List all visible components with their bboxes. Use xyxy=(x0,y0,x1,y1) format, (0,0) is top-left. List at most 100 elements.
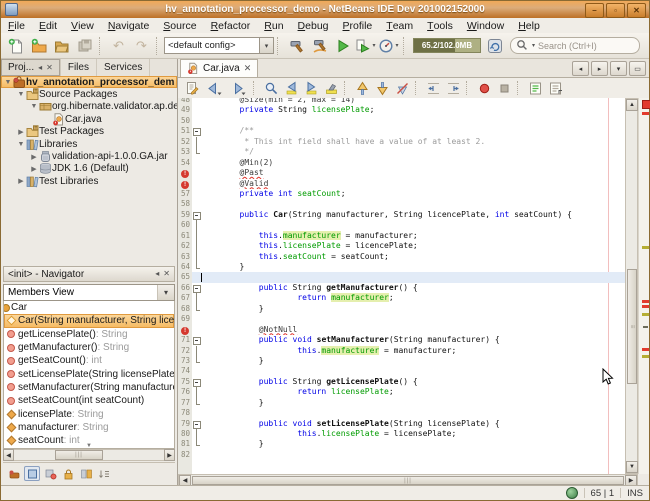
redo-button[interactable]: ↷ xyxy=(130,35,153,57)
next-bookmark-button[interactable] xyxy=(372,80,392,97)
code-text[interactable]: @Valid xyxy=(201,179,625,189)
line-number[interactable]: 74 xyxy=(178,366,192,376)
left-tab-proj[interactable]: Proj...◂✕ xyxy=(1,59,61,76)
line-number[interactable]: 65 xyxy=(178,272,192,282)
garbage-collect-button[interactable] xyxy=(483,35,506,57)
line-number[interactable]: 51 xyxy=(178,126,192,136)
find-selection-button[interactable] xyxy=(261,80,281,97)
uncomment-button[interactable] xyxy=(545,80,565,97)
menu-tools[interactable]: Tools xyxy=(420,18,460,33)
error-stripe-mark[interactable] xyxy=(642,348,649,351)
menu-view[interactable]: View xyxy=(64,18,101,33)
code-text[interactable]: public Car(String manufacturer, String l… xyxy=(201,210,625,220)
scrollbar-thumb[interactable]: ||| xyxy=(55,450,103,460)
scroll-left-icon[interactable]: ◀ xyxy=(3,449,14,461)
navigator-close-icon[interactable]: ✕ xyxy=(163,270,170,278)
tree-row[interactable]: Car.java xyxy=(1,113,177,125)
editor-v-scrollbar[interactable]: ▲▼≡ xyxy=(625,98,638,474)
memory-indicator[interactable]: 65.2/102.0MB xyxy=(413,38,481,53)
fold-toggle-icon[interactable] xyxy=(192,377,201,387)
left-tab-files[interactable]: Files xyxy=(61,59,97,76)
build-button[interactable] xyxy=(285,35,308,57)
new-project-button[interactable] xyxy=(27,35,50,57)
code-text[interactable]: private int seatCount; xyxy=(201,189,625,199)
navigator-member-row[interactable]: licensePlate : String xyxy=(4,407,174,420)
tree-row[interactable]: ▶Test Libraries xyxy=(1,175,177,187)
code-text[interactable]: } xyxy=(201,398,625,408)
tree-row[interactable]: ▶JDK 1.6 (Default) xyxy=(1,163,177,175)
menu-file[interactable]: File xyxy=(1,18,32,33)
title-bar[interactable]: hv_annotation_processor_demo - NetBeans … xyxy=(1,1,649,18)
fold-toggle-icon[interactable] xyxy=(192,335,201,345)
code-text[interactable]: this.licensePlate = licencePlate; xyxy=(201,241,625,251)
close-button[interactable]: ✕ xyxy=(627,3,646,18)
error-stripe-mark[interactable] xyxy=(642,305,649,308)
code-text[interactable]: this.manufacturer = manufacturer; xyxy=(201,346,625,356)
code-text[interactable]: return manufacturer; xyxy=(201,293,625,303)
error-stripe-mark[interactable] xyxy=(642,313,649,316)
menu-profile[interactable]: Profile xyxy=(336,18,380,33)
error-stripe-mark[interactable] xyxy=(642,246,649,249)
forward-button[interactable] xyxy=(226,80,250,97)
error-status-indicator[interactable] xyxy=(642,100,650,109)
tab-car-java[interactable]: Car.java ✕ xyxy=(180,59,258,77)
minimize-button[interactable]: – xyxy=(585,3,604,18)
line-number[interactable]: 72 xyxy=(178,346,192,356)
navigator-h-scrollbar[interactable]: ◀▶|||▼ xyxy=(3,449,175,461)
line-number[interactable]: 79 xyxy=(178,419,192,429)
code-text[interactable] xyxy=(201,408,625,418)
tree-row[interactable]: ▼Libraries xyxy=(1,138,177,150)
code-text[interactable]: this.manufacturer = manufacturer; xyxy=(201,231,625,241)
find-next-button[interactable] xyxy=(301,80,321,97)
menu-window[interactable]: Window xyxy=(460,18,511,33)
menu-team[interactable]: Team xyxy=(379,18,420,33)
line-number[interactable]: 73 xyxy=(178,356,192,366)
line-number[interactable]: 50 xyxy=(178,116,192,126)
line-number[interactable]: 52 xyxy=(178,137,192,147)
fold-toggle-icon[interactable] xyxy=(192,126,201,136)
line-number[interactable]: 58 xyxy=(178,199,192,209)
search-input[interactable]: ▾Search (Ctrl+I) xyxy=(510,37,640,54)
line-number[interactable]: 76 xyxy=(178,387,192,397)
line-number[interactable]: 78 xyxy=(178,408,192,418)
navigator-member-row[interactable]: getSeatCount() : int xyxy=(4,354,174,367)
line-number[interactable]: 49 xyxy=(178,105,192,115)
line-number[interactable]: ! xyxy=(178,168,192,178)
error-stripe-mark[interactable] xyxy=(642,112,649,115)
stop-macro-button[interactable] xyxy=(494,80,514,97)
navigator-members-list[interactable]: CarCar(String manufacturer, String licen… xyxy=(3,301,175,449)
error-stripe-mark[interactable] xyxy=(643,326,648,328)
code-text[interactable]: public String getLicensePlate() { xyxy=(201,377,625,387)
clean-and-build-button[interactable] xyxy=(308,35,331,57)
new-file-button[interactable] xyxy=(4,35,27,57)
sort-alpha-filter-button[interactable] xyxy=(96,466,112,481)
error-badge-icon[interactable]: ! xyxy=(181,327,189,335)
last-edit-button[interactable] xyxy=(182,80,202,97)
show-inherited-filter-button[interactable] xyxy=(6,466,22,481)
line-number[interactable]: 62 xyxy=(178,241,192,251)
line-number[interactable]: 66 xyxy=(178,283,192,293)
shift-left-button[interactable] xyxy=(423,80,443,97)
navigator-member-row[interactable]: getManufacturer() : String xyxy=(4,341,174,354)
navigator-member-row[interactable]: getLicensePlate() : String xyxy=(4,328,174,341)
line-number[interactable]: 82 xyxy=(178,450,192,460)
code-text[interactable]: @Past xyxy=(201,168,625,178)
navigator-member-row[interactable]: Car(String manufacturer, String licenc xyxy=(4,314,174,327)
comment-button[interactable] xyxy=(525,80,545,97)
tab-scroll-left-icon[interactable]: ◂ xyxy=(572,61,589,76)
show-non-public-filter-button[interactable] xyxy=(60,466,76,481)
tree-expander-icon[interactable]: ▼ xyxy=(16,91,26,98)
line-number[interactable]: 67 xyxy=(178,293,192,303)
collapse-handle-icon[interactable]: ▼ xyxy=(86,443,92,449)
error-badge-icon[interactable]: ! xyxy=(181,181,189,189)
line-number[interactable]: 59 xyxy=(178,210,192,220)
show-fields-filter-button[interactable] xyxy=(24,466,40,481)
toggle-highlight-button[interactable] xyxy=(321,80,341,97)
minimize-panel-icon[interactable]: ◂ xyxy=(38,64,42,72)
left-tab-services[interactable]: Services xyxy=(97,59,150,76)
line-number[interactable]: 63 xyxy=(178,252,192,262)
error-stripe[interactable] xyxy=(638,98,649,474)
profile-button[interactable]: ▾ xyxy=(377,35,400,57)
tree-expander-icon[interactable]: ▶ xyxy=(16,177,26,185)
tab-close-icon[interactable]: ✕ xyxy=(244,63,252,74)
